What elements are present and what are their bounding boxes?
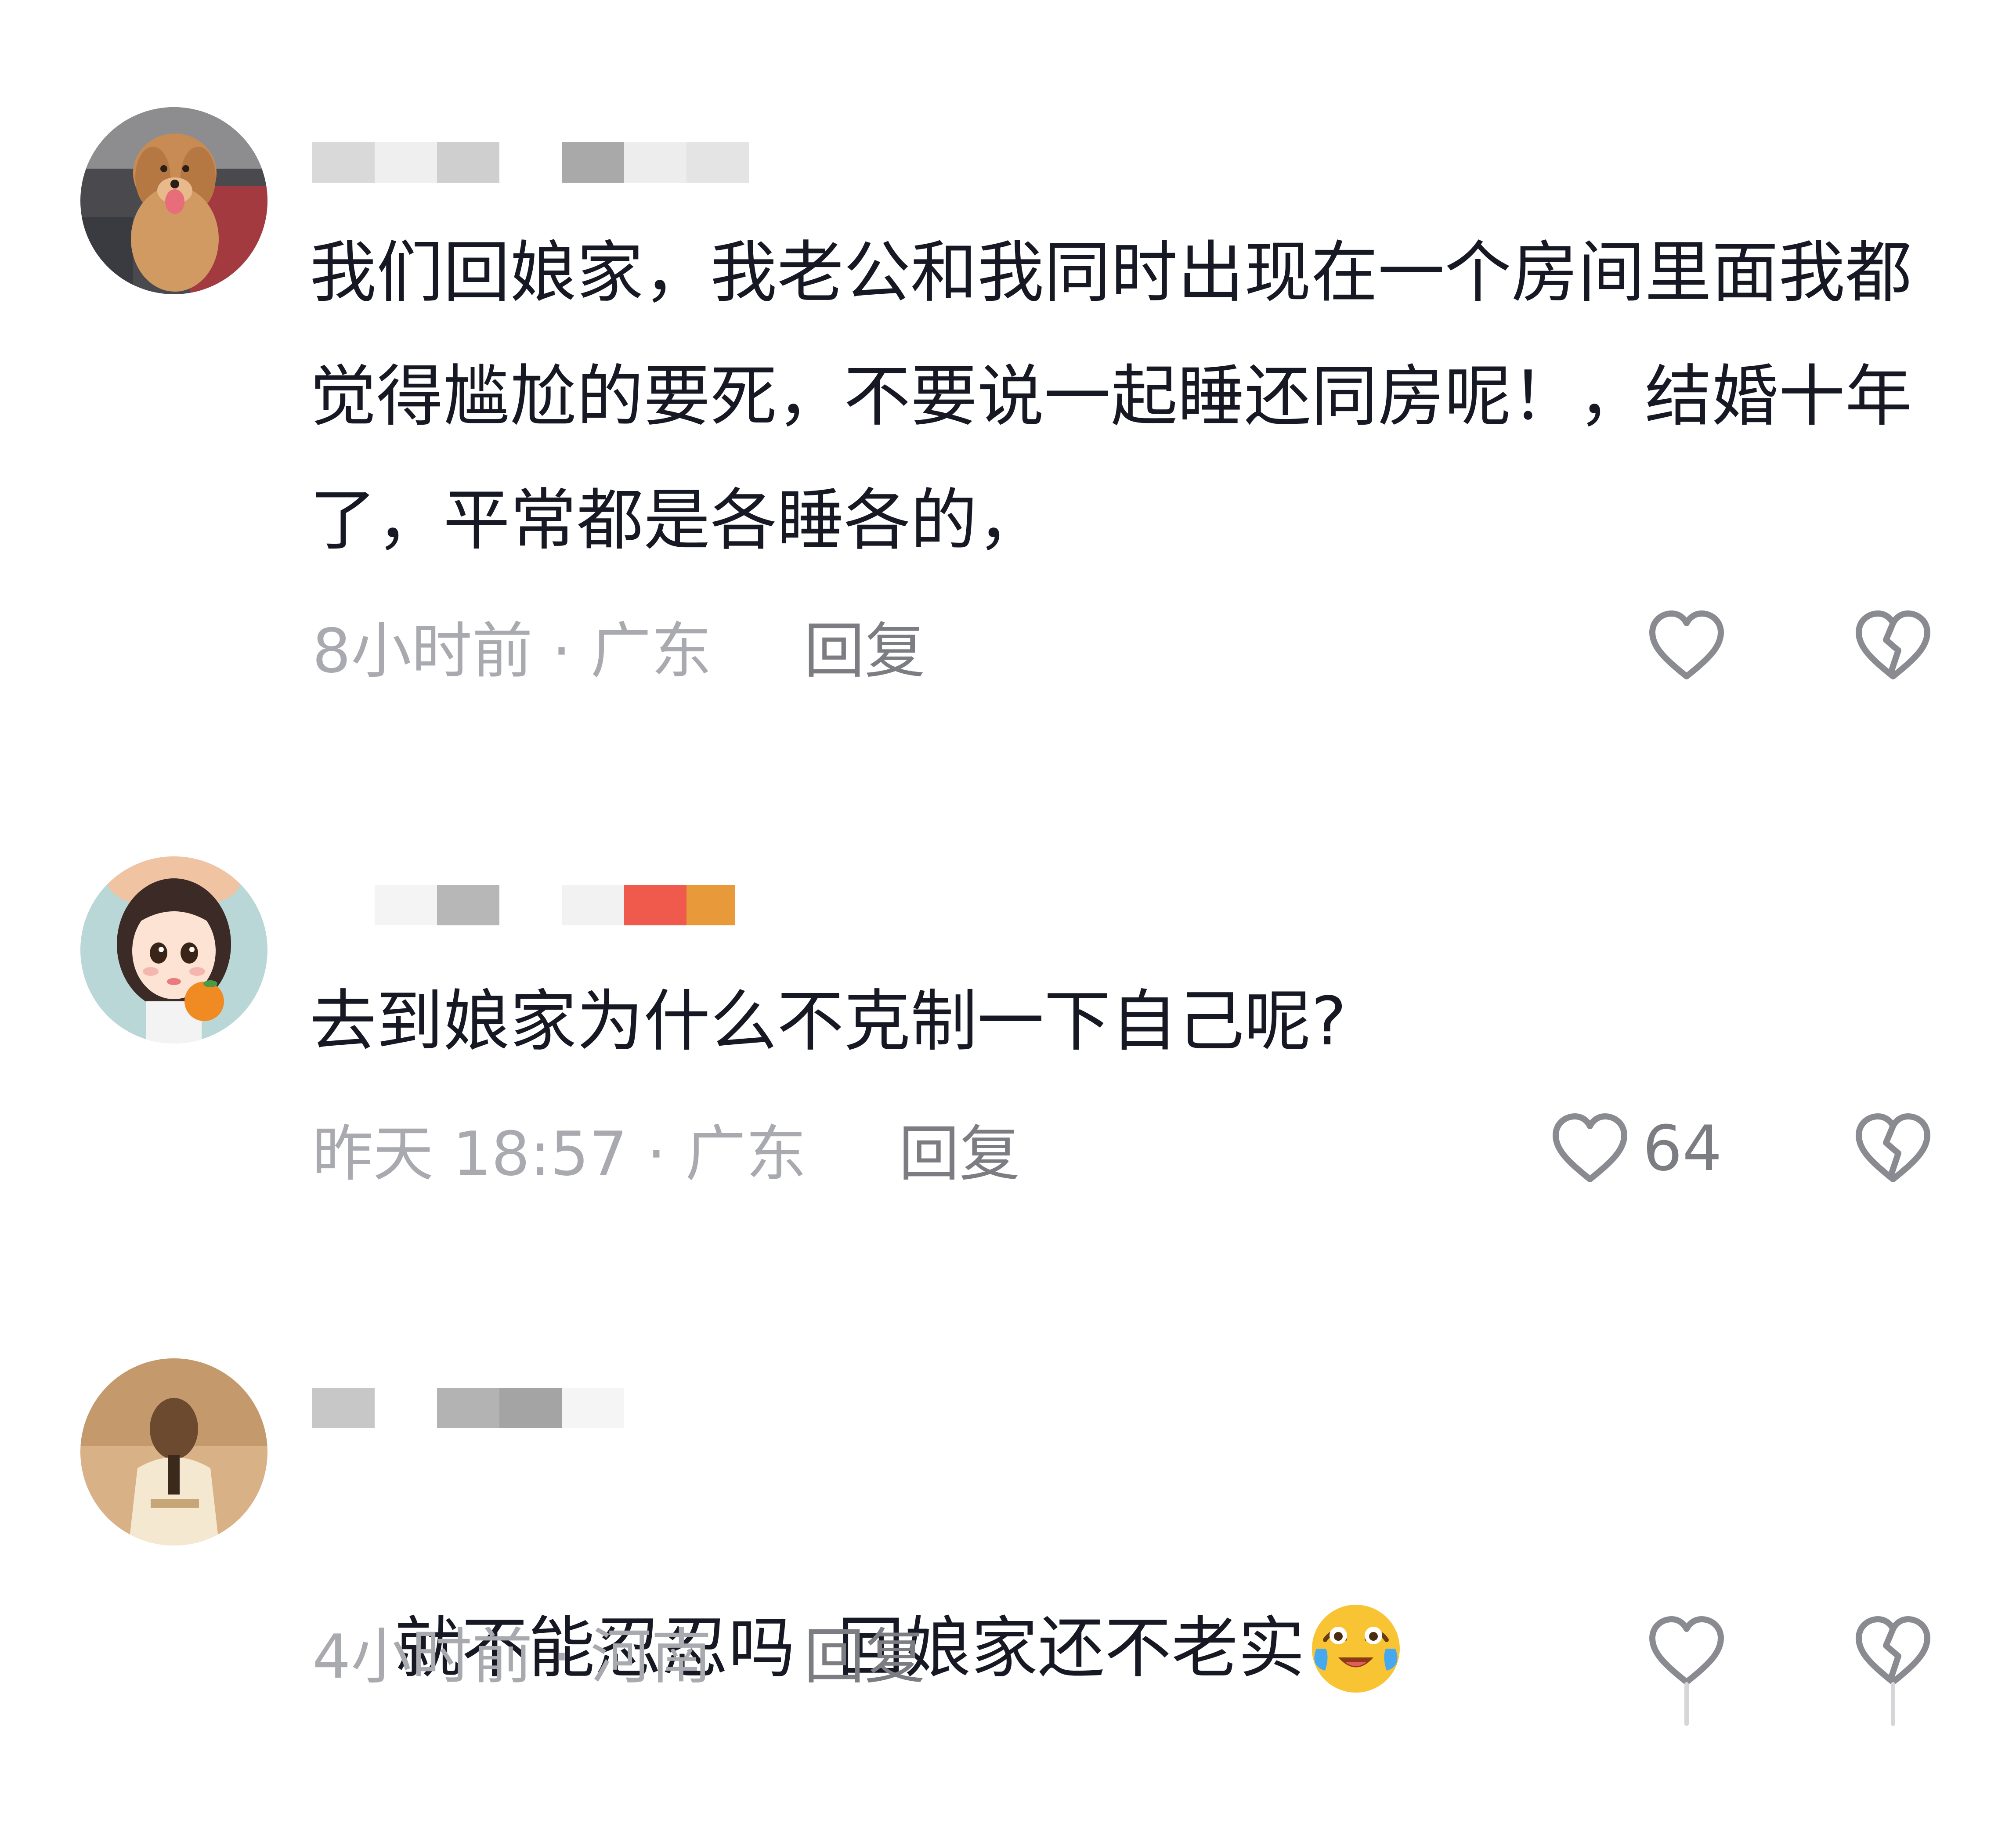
username-blur-block	[499, 885, 562, 925]
avatar[interactable]	[80, 856, 267, 1043]
username-blur-block	[375, 142, 437, 183]
username-blurred[interactable]	[312, 142, 749, 183]
comment-meta: 4小时前 · 河南 回复	[312, 1612, 925, 1692]
scroll-indicator	[1684, 1682, 1689, 1726]
username-blur-block	[437, 1388, 499, 1428]
cartoon-girl-avatar-image	[80, 856, 267, 1043]
username-blurred[interactable]	[312, 885, 735, 925]
username-blur-block	[312, 885, 375, 925]
username-blur-block	[499, 1388, 562, 1428]
username-blur-block	[437, 142, 499, 183]
username-blur-block	[375, 1388, 437, 1428]
heart-outline-icon	[1649, 1616, 1724, 1685]
dislike-button[interactable]	[1853, 1105, 1933, 1192]
scroll-indicator	[1891, 1682, 1895, 1726]
avatar[interactable]	[80, 1358, 267, 1545]
dislike-button[interactable]	[1853, 602, 1933, 690]
comment-text: 去到娘家为什么不克制一下自己呢?	[310, 982, 1347, 1060]
broken-heart-icon	[1856, 1113, 1930, 1182]
avatar[interactable]	[80, 107, 267, 294]
username-blur-block	[499, 142, 562, 183]
username-blur-block	[375, 885, 437, 925]
reply-button[interactable]: 回复	[899, 1105, 1020, 1192]
like-button[interactable]: 64	[1550, 1105, 1722, 1192]
reply-button[interactable]: 回复	[804, 1607, 925, 1695]
reply-button[interactable]: 回复	[804, 602, 925, 690]
comment-meta: 昨天 18:57 · 广东 回复	[312, 1109, 1020, 1189]
beige-figure-avatar-image	[80, 1358, 267, 1545]
crying-laughing-emoji-icon	[1308, 1600, 1404, 1697]
heart-outline-icon	[1649, 610, 1724, 679]
username-blur-block	[312, 142, 375, 183]
broken-heart-icon	[1856, 1616, 1930, 1685]
like-button[interactable]	[1647, 602, 1739, 690]
comment-meta: 8小时前 · 广东 回复	[312, 606, 925, 686]
comment-time-location: 4小时前 · 河南	[312, 1621, 712, 1692]
heart-outline-icon	[1553, 1113, 1627, 1182]
comment-text: 我们回娘家，我老公和我同时出现在一个房间里面我都觉得尴尬的要死，不要说一起睡还同…	[310, 234, 1912, 559]
comment-time-location: 8小时前 · 广东	[312, 616, 712, 686]
like-button[interactable]	[1647, 1607, 1739, 1695]
puppy-avatar-image	[80, 107, 267, 294]
username-blur-block	[686, 142, 749, 183]
comment-time-location: 昨天 18:57 · 广东	[312, 1119, 807, 1189]
username-blurred[interactable]	[312, 1388, 624, 1428]
username-blur-block	[624, 885, 686, 925]
username-blur-block	[624, 142, 686, 183]
username-blur-block	[437, 885, 499, 925]
username-blur-block	[562, 885, 624, 925]
like-count: 64	[1643, 1112, 1722, 1185]
username-blur-block	[562, 1388, 624, 1428]
username-blur-block	[562, 142, 624, 183]
username-blur-block	[686, 885, 735, 925]
username-blur-block	[312, 1388, 375, 1428]
broken-heart-icon	[1856, 610, 1930, 679]
